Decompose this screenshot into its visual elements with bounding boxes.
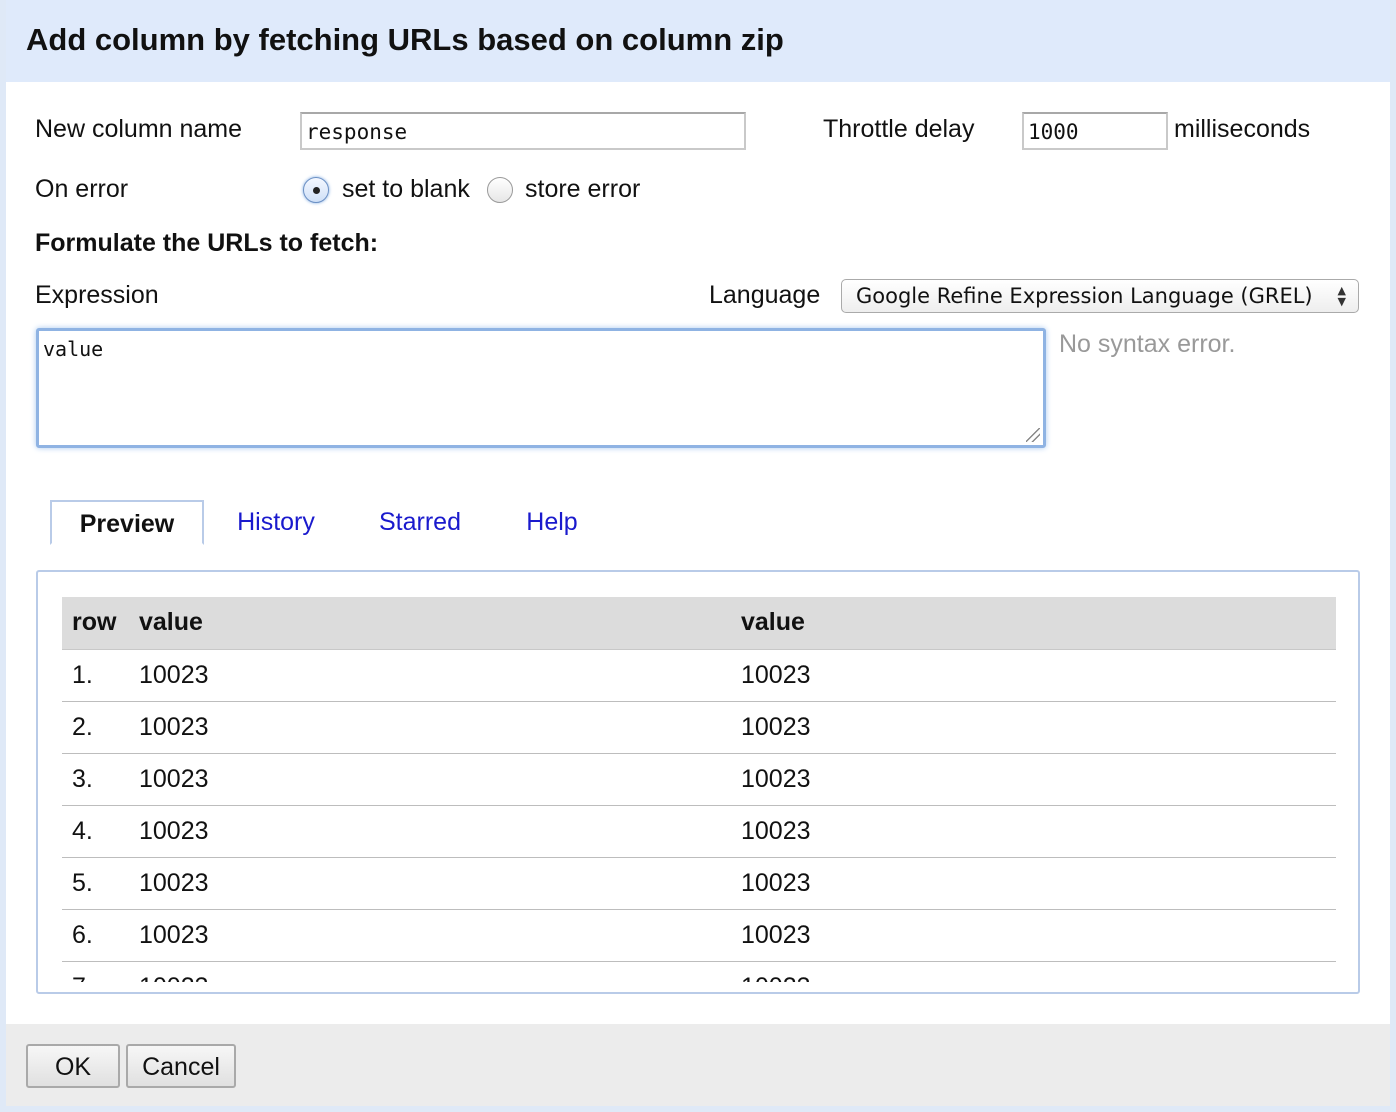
row-number: 4. — [62, 805, 129, 858]
table-row: 7. 10023 10023 — [62, 961, 1336, 982]
column-header-value-result: value — [731, 597, 1336, 650]
new-column-input[interactable]: response — [300, 112, 746, 150]
language-label: Language — [709, 281, 821, 309]
preview-panel[interactable]: row value value 1. 10023 10023 2. 10023 … — [36, 570, 1360, 994]
row-number: 3. — [62, 753, 129, 806]
table-row: 3. 10023 10023 — [62, 753, 1336, 806]
table-row: 2. 10023 10023 — [62, 701, 1336, 754]
row-number: 1. — [62, 649, 129, 702]
preview-table: row value value 1. 10023 10023 2. 10023 … — [62, 597, 1336, 982]
preview-table-scroll[interactable]: row value value 1. 10023 10023 2. 10023 … — [62, 597, 1336, 982]
expression-textarea[interactable]: value — [36, 328, 1046, 448]
dialog-footer: OK Cancel — [6, 1024, 1390, 1106]
select-arrows-icon: ▲ ▼ — [1337, 284, 1346, 308]
row-result-value: 10023 — [731, 753, 1336, 806]
column-header-value-original: value — [129, 597, 731, 650]
row-original-value: 10023 — [129, 909, 731, 962]
store-error-radio[interactable] — [487, 177, 513, 203]
tab-history[interactable]: History — [232, 500, 320, 545]
row-number: 7. — [62, 961, 129, 982]
row-result-value: 10023 — [731, 961, 1336, 982]
tab-help[interactable]: Help — [520, 500, 584, 545]
expression-text: value — [43, 337, 104, 361]
row-number: 2. — [62, 701, 129, 754]
resize-grip-icon[interactable] — [1026, 428, 1040, 442]
tab-starred[interactable]: Starred — [374, 500, 466, 545]
syntax-status: No syntax error. — [1059, 330, 1236, 358]
set-to-blank-label[interactable]: set to blank — [342, 175, 470, 204]
row-original-value: 10023 — [129, 961, 731, 982]
new-column-label: New column name — [35, 115, 243, 143]
dialog-title: Add column by fetching URLs based on col… — [26, 22, 784, 57]
language-select[interactable]: Google Refine Expression Language (GREL)… — [841, 279, 1359, 313]
row-original-value: 10023 — [129, 649, 731, 702]
preview-header-row: row value value — [62, 597, 1336, 650]
formulate-section-title: Formulate the URLs to fetch: — [35, 229, 379, 257]
add-column-dialog: Add column by fetching URLs based on col… — [6, 0, 1390, 1106]
table-row: 5. 10023 10023 — [62, 857, 1336, 910]
cancel-button[interactable]: Cancel — [126, 1044, 236, 1088]
set-to-blank-radio[interactable] — [303, 177, 329, 203]
radio-selected-dot — [313, 187, 320, 194]
throttle-unit-label: milliseconds — [1174, 115, 1311, 143]
throttle-delay-input[interactable]: 1000 — [1022, 112, 1168, 150]
language-select-value: Google Refine Expression Language (GREL) — [856, 284, 1313, 308]
row-number: 5. — [62, 857, 129, 910]
expression-label: Expression — [35, 281, 159, 309]
dialog-header: Add column by fetching URLs based on col… — [6, 0, 1390, 82]
row-number: 6. — [62, 909, 129, 962]
table-row: 4. 10023 10023 — [62, 805, 1336, 858]
row-original-value: 10023 — [129, 805, 731, 858]
table-row: 6. 10023 10023 — [62, 909, 1336, 962]
on-error-label: On error — [35, 175, 129, 203]
row-original-value: 10023 — [129, 701, 731, 754]
row-result-value: 10023 — [731, 701, 1336, 754]
throttle-delay-label: Throttle delay — [823, 115, 975, 143]
row-result-value: 10023 — [731, 909, 1336, 962]
column-header-row: row — [62, 597, 129, 650]
table-row: 1. 10023 10023 — [62, 649, 1336, 702]
row-result-value: 10023 — [731, 805, 1336, 858]
ok-button[interactable]: OK — [26, 1044, 120, 1088]
store-error-label[interactable]: store error — [525, 175, 640, 204]
row-result-value: 10023 — [731, 857, 1336, 910]
tab-preview[interactable]: Preview — [50, 500, 204, 545]
row-original-value: 10023 — [129, 753, 731, 806]
row-original-value: 10023 — [129, 857, 731, 910]
row-result-value: 10023 — [731, 649, 1336, 702]
